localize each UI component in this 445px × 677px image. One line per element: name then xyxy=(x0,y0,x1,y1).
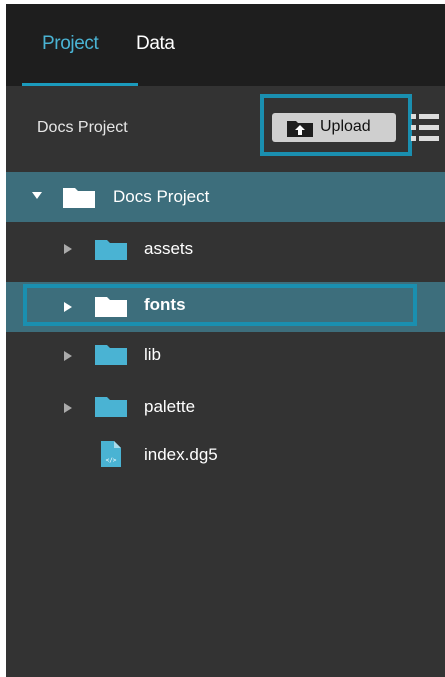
folder-icon xyxy=(95,397,127,417)
caret-down-icon[interactable] xyxy=(32,191,42,200)
list-view-icon[interactable] xyxy=(411,111,439,145)
tab-project[interactable]: Project xyxy=(42,33,99,55)
active-tab-indicator xyxy=(22,83,138,86)
tree-label-assets: assets xyxy=(144,239,194,258)
project-title: Docs Project xyxy=(37,119,128,136)
code-file-icon: </> xyxy=(101,441,121,467)
tree-row-root[interactable]: Docs Project xyxy=(6,172,445,222)
tab-bar: Project Data xyxy=(6,4,445,86)
upload-button[interactable]: Upload xyxy=(272,113,396,142)
caret-right-icon[interactable] xyxy=(64,403,72,413)
tree-row-lib[interactable]: lib xyxy=(6,331,445,381)
tab-data[interactable]: Data xyxy=(136,33,175,55)
tree-label-index: index.dg5 xyxy=(144,445,218,464)
folder-icon xyxy=(95,345,127,365)
caret-right-icon[interactable] xyxy=(64,351,72,361)
svg-text:</>: </> xyxy=(106,457,117,464)
tree-row-assets[interactable]: assets xyxy=(6,226,445,276)
folder-icon xyxy=(95,240,127,260)
upload-folder-icon xyxy=(287,121,313,137)
tree-row-palette[interactable]: palette xyxy=(6,384,445,434)
selection-highlight xyxy=(23,284,417,326)
tree-label-lib: lib xyxy=(144,345,162,364)
folder-icon xyxy=(63,188,95,208)
project-panel: Project Data Docs Project Upload Docs Pr… xyxy=(6,4,445,677)
tree-row-index[interactable]: </> index.dg5 xyxy=(6,434,445,484)
upload-label: Upload xyxy=(320,118,371,135)
tree-label-palette: palette xyxy=(144,397,196,416)
caret-right-icon[interactable] xyxy=(64,244,72,254)
tree-label-root: Docs Project xyxy=(113,187,210,206)
